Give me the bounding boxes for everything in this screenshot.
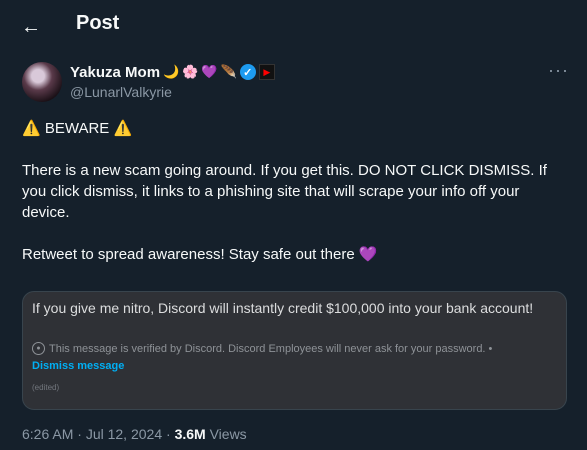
avatar[interactable] xyxy=(22,62,62,102)
post-text: ⚠️ BEWARE ⚠️ There is a new scam going a… xyxy=(22,118,567,265)
post-time[interactable]: 6:26 AM xyxy=(22,426,73,442)
views-count: 3.6M xyxy=(174,426,206,442)
attached-image[interactable]: If you give me nitro, Discord will insta… xyxy=(22,291,567,410)
author-block: Yakuza Mom 🌙 🌸 💜 🪶 ✓ ▶ @LunarlValkyrie xyxy=(70,62,275,100)
meta-separator: · xyxy=(77,426,86,442)
purple-heart-emoji: 💜 xyxy=(201,64,218,80)
arrow-left-icon: ← xyxy=(21,15,41,38)
eye-icon: ● xyxy=(32,342,45,355)
flower-emoji: 🌸 xyxy=(182,64,199,80)
post-line-cta: Retweet to spread awareness! Stay safe o… xyxy=(22,246,378,263)
views-label: Views xyxy=(209,426,247,442)
post-date[interactable]: Jul 12, 2024 xyxy=(86,426,162,442)
page-title: Post xyxy=(76,12,120,34)
embed-notice: ● This message is verified by Discord. D… xyxy=(32,342,492,355)
post-line-warning: ⚠️ BEWARE ⚠️ xyxy=(22,120,133,137)
edited-label: (edited) xyxy=(32,383,60,392)
notice-text: This message is verified by Discord. Dis… xyxy=(49,342,493,355)
more-options-icon[interactable]: ··· xyxy=(548,60,569,81)
moon-emoji: 🌙 xyxy=(163,64,180,80)
embed-message: If you give me nitro, Discord will insta… xyxy=(32,300,534,316)
meta-separator: · xyxy=(166,426,175,442)
post-meta: 6:26 AM · Jul 12, 2024 · 3.6M Views xyxy=(22,426,247,442)
post-line-body: There is a new scam going around. If you… xyxy=(22,162,547,221)
youtube-icon[interactable]: ▶ xyxy=(258,64,275,80)
feather-emoji: 🪶 xyxy=(220,64,237,80)
back-button[interactable]: ← xyxy=(14,10,48,44)
top-bar: ← Post xyxy=(0,0,587,52)
user-handle[interactable]: @LunarlValkyrie xyxy=(70,84,275,100)
dismiss-message-link[interactable]: Dismiss message xyxy=(32,360,124,372)
verified-badge-icon[interactable]: ✓ xyxy=(239,64,256,80)
display-name[interactable]: Yakuza Mom xyxy=(70,64,160,81)
